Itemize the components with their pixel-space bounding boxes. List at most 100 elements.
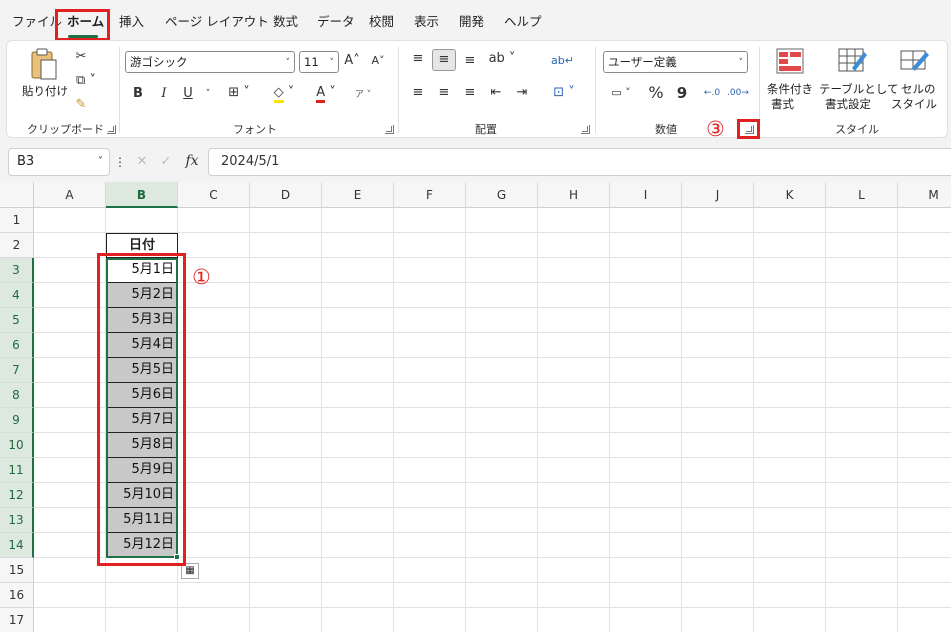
row-header-11[interactable]: 11 <box>0 458 34 483</box>
tab-formulas[interactable]: 数式 <box>273 8 298 36</box>
increase-decimal-icon[interactable]: ←.0 <box>701 85 723 101</box>
phonetic-icon[interactable]: ア ˅ <box>353 87 373 103</box>
decrease-decimal-icon[interactable]: .00→ <box>727 85 749 101</box>
cell-style-label[interactable]: セルの <box>901 81 936 97</box>
more-options-icon[interactable]: ⋮ <box>114 154 126 170</box>
column-header-f[interactable]: F <box>394 182 466 208</box>
font-size-select[interactable]: 11 ˅ <box>299 51 339 73</box>
column-header-a[interactable]: A <box>34 182 106 208</box>
enter-icon[interactable]: ✓ <box>158 154 174 170</box>
row-header-10[interactable]: 10 <box>0 433 34 458</box>
comma-button[interactable]: 9 <box>675 85 689 101</box>
border-icon[interactable]: ⊞ ˅ <box>225 85 253 101</box>
column-header-l[interactable]: L <box>826 182 898 208</box>
align-right-icon[interactable]: ≡ <box>461 85 479 101</box>
alignment-dialog-launcher[interactable] <box>581 125 590 134</box>
column-header-j[interactable]: J <box>682 182 754 208</box>
row-header-15[interactable]: 15 <box>0 558 34 583</box>
row-header-9[interactable]: 9 <box>0 408 34 433</box>
clipboard-dialog-launcher[interactable] <box>107 125 116 134</box>
row-header-1[interactable]: 1 <box>0 208 34 233</box>
column-header-b[interactable]: B <box>106 182 178 208</box>
ribbon-tabs: ファイル ホーム 挿入 ページ レイアウト 数式 データ 校閲 表示 開発 ヘル… <box>0 8 951 38</box>
column-header-m[interactable]: M <box>898 182 951 208</box>
font-dialog-launcher[interactable] <box>385 125 394 134</box>
column-header-k[interactable]: K <box>754 182 826 208</box>
font-color-icon[interactable]: A ˅ <box>309 85 343 103</box>
cancel-icon[interactable]: ✕ <box>134 154 150 170</box>
cell-style-label-2[interactable]: スタイル <box>891 96 937 112</box>
row-header-6[interactable]: 6 <box>0 333 34 358</box>
row-gridline <box>34 607 951 608</box>
wrap-text-icon[interactable]: ab↵ <box>551 53 574 69</box>
row-header-16[interactable]: 16 <box>0 583 34 608</box>
column-header-c[interactable]: C <box>178 182 250 208</box>
cell-style-icon[interactable] <box>899 47 931 75</box>
row-header-5[interactable]: 5 <box>0 308 34 333</box>
decrease-indent-icon[interactable]: ⇤ <box>487 85 505 101</box>
tab-data[interactable]: データ <box>317 8 355 36</box>
formula-bar: B3 ˅ ⋮ ✕ ✓ fx 2024/5/1 <box>0 146 951 178</box>
table-format-label[interactable]: テーブルとして <box>819 81 898 97</box>
row-header-4[interactable]: 4 <box>0 283 34 308</box>
row-header-14[interactable]: 14 <box>0 533 34 558</box>
italic-button[interactable]: I <box>157 86 171 102</box>
conditional-format-label[interactable]: 条件付き <box>767 81 813 97</box>
percent-button[interactable]: % <box>647 85 665 101</box>
column-header-h[interactable]: H <box>538 182 610 208</box>
format-painter-icon[interactable]: ✎ <box>73 97 89 113</box>
merge-center-icon[interactable]: ⊡ ˅ <box>547 85 581 101</box>
row-header-12[interactable]: 12 <box>0 483 34 508</box>
copy-icon[interactable]: ⧉ ˅ <box>71 73 101 89</box>
table-format-icon[interactable] <box>837 47 869 75</box>
paste-label[interactable]: 貼り付け <box>22 83 68 99</box>
row-header-2[interactable]: 2 <box>0 233 34 258</box>
tab-view[interactable]: 表示 <box>414 8 439 36</box>
number-format-select[interactable]: ユーザー定義 ˅ <box>603 51 748 73</box>
tab-help[interactable]: ヘルプ <box>504 8 542 36</box>
tab-developer[interactable]: 開発 <box>459 8 484 36</box>
formula-input[interactable]: 2024/5/1 <box>208 148 951 176</box>
align-top-icon[interactable]: ≡ <box>409 51 427 67</box>
tab-insert[interactable]: 挿入 <box>119 8 144 36</box>
table-format-label-2[interactable]: 書式設定 <box>825 96 871 112</box>
column-gridline <box>321 208 322 632</box>
home-tab-highlight <box>55 9 110 41</box>
conditional-format-label-2[interactable]: 書式 <box>771 96 794 112</box>
select-all-corner[interactable] <box>0 182 34 208</box>
insert-function-icon[interactable]: fx <box>182 153 202 169</box>
align-middle-icon[interactable]: ≡ <box>432 49 456 71</box>
row-header-13[interactable]: 13 <box>0 508 34 533</box>
column-header-i[interactable]: I <box>610 182 682 208</box>
underline-dropdown-icon[interactable]: ˅ <box>203 86 213 102</box>
row-header-8[interactable]: 8 <box>0 383 34 408</box>
fill-color-icon[interactable]: ◇ ˅ <box>269 85 299 103</box>
increase-indent-icon[interactable]: ⇥ <box>513 85 531 101</box>
paste-icon[interactable] <box>29 47 59 81</box>
font-group-label: フォント <box>233 123 277 136</box>
align-center-icon[interactable]: ≡ <box>435 85 453 101</box>
tab-page-layout[interactable]: ページ レイアウト <box>165 8 269 36</box>
row-header-17[interactable]: 17 <box>0 608 34 632</box>
underline-button[interactable]: U <box>181 86 195 102</box>
column-header-d[interactable]: D <box>250 182 322 208</box>
column-header-g[interactable]: G <box>466 182 538 208</box>
conditional-format-icon[interactable] <box>775 47 805 75</box>
align-left-icon[interactable]: ≡ <box>409 85 427 101</box>
cut-icon[interactable]: ✂ <box>73 49 89 65</box>
align-bottom-icon[interactable]: ≡ <box>461 53 479 69</box>
column-header-e[interactable]: E <box>322 182 394 208</box>
shrink-font-icon[interactable]: A˅ <box>369 53 387 69</box>
font-name-select[interactable]: 游ゴシック ˅ <box>125 51 295 73</box>
name-box[interactable]: B3 ˅ <box>8 148 110 176</box>
column-gridline <box>825 208 826 632</box>
row-header-3[interactable]: 3 <box>0 258 34 283</box>
grow-font-icon[interactable]: A˄ <box>344 53 360 69</box>
column-gridline <box>897 208 898 632</box>
tab-review[interactable]: 校閲 <box>369 8 394 36</box>
column-gridline <box>393 208 394 632</box>
row-header-7[interactable]: 7 <box>0 358 34 383</box>
orientation-icon[interactable]: ab ˅ <box>485 51 519 67</box>
accounting-format-icon[interactable]: ▭ ˅ <box>605 85 637 101</box>
bold-button[interactable]: B <box>131 86 145 102</box>
